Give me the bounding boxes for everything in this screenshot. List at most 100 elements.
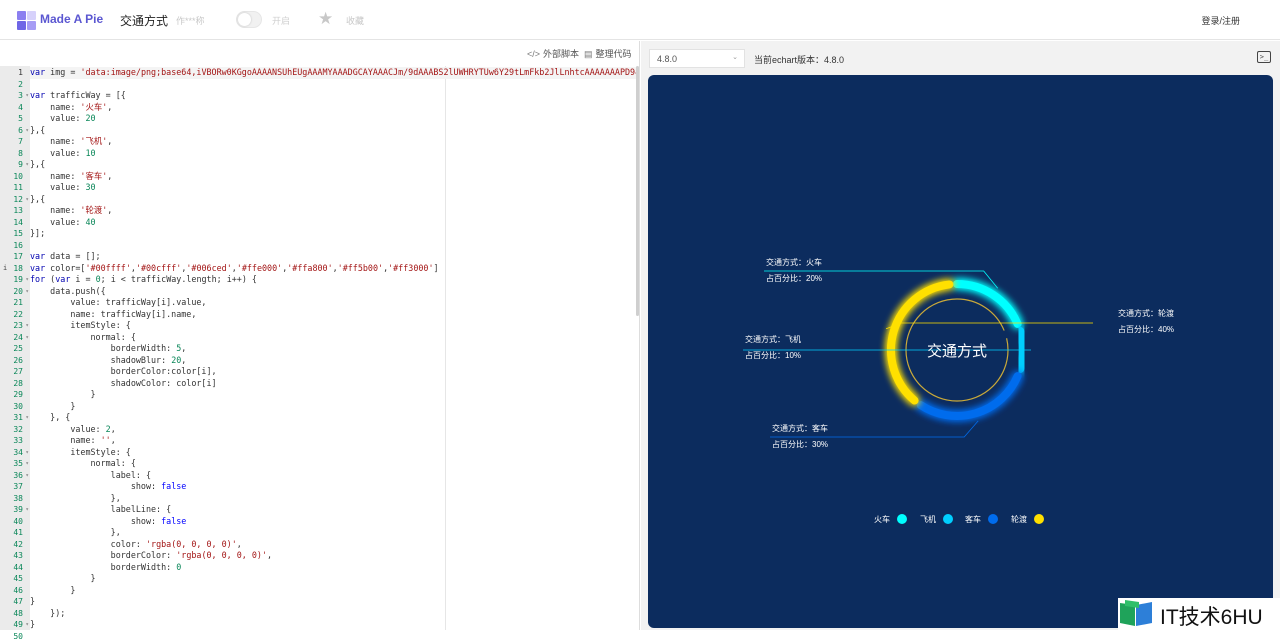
watermark-logo-icon — [1119, 599, 1153, 627]
code-line: name: '客车', — [30, 171, 638, 183]
code-line: for (var i = 0; i < trafficWay.length; i… — [30, 274, 638, 286]
fold-toggle-icon[interactable]: ▾ — [25, 458, 29, 470]
code-line: } — [30, 619, 638, 630]
logo-icon[interactable] — [16, 9, 38, 31]
fold-toggle-icon[interactable]: ▾ — [25, 320, 29, 332]
slice-label-name: 交通方式：火车 — [766, 257, 822, 267]
version-select[interactable]: 4.8.0 ⌄ — [649, 49, 745, 68]
fold-toggle-icon[interactable]: ▾ — [25, 332, 29, 344]
fold-toggle-icon[interactable]: ▾ — [25, 447, 29, 459]
legend-label[interactable]: 客车 — [965, 514, 981, 524]
favorite-label[interactable]: 收藏 — [346, 14, 364, 27]
line-number: 3▾ — [0, 90, 30, 102]
code-line: label: { — [30, 470, 638, 482]
logo-text[interactable]: Made A Pie — [40, 12, 103, 26]
fold-toggle-icon[interactable]: ▾ — [25, 194, 29, 206]
editor-scrollbar[interactable] — [636, 66, 639, 316]
fold-toggle-icon[interactable]: ▾ — [25, 90, 29, 102]
legend-label[interactable]: 飞机 — [920, 514, 936, 524]
code-line — [30, 240, 638, 252]
line-number: 11 — [0, 182, 30, 194]
code-line: },{ — [30, 159, 638, 171]
line-number: 20▾ — [0, 286, 30, 298]
line-number: 2 — [0, 79, 30, 91]
line-number: 5 — [0, 113, 30, 125]
external-script-button[interactable]: </>外部脚本 — [527, 47, 579, 60]
slice-label-name: 交通方式：飞机 — [745, 334, 801, 344]
line-number-gutter: 123▾456▾789▾101112▾131415161718i19▾20▾21… — [0, 66, 30, 630]
author-name: 作***称 — [176, 14, 205, 27]
code-area[interactable]: var img = 'data:image/png;base64,iVBORw0… — [30, 66, 638, 630]
code-line: },{ — [30, 125, 638, 137]
fold-toggle-icon[interactable]: ▾ — [25, 286, 29, 298]
fold-toggle-icon[interactable]: ▾ — [25, 159, 29, 171]
line-number: 22 — [0, 309, 30, 321]
code-line: value: 10 — [30, 148, 638, 160]
slice-label-name: 交通方式：客车 — [772, 423, 828, 433]
line-number: 1 — [0, 67, 30, 79]
code-line: data.push({ — [30, 286, 638, 298]
code-line: },{ — [30, 194, 638, 206]
code-line: }, { — [30, 412, 638, 424]
line-number: 49▾ — [0, 619, 30, 631]
code-line: color: 'rgba(0, 0, 0, 0)', — [30, 539, 638, 551]
code-line: itemStyle: { — [30, 320, 638, 332]
legend-marker[interactable] — [897, 514, 907, 524]
code-line: name: '火车', — [30, 102, 638, 114]
fold-toggle-icon[interactable]: ▾ — [25, 412, 29, 424]
code-line: } — [30, 596, 638, 608]
watermark-text: IT技术6HU — [1160, 601, 1263, 631]
terminal-icon[interactable]: >_ — [1257, 51, 1271, 63]
line-number: 27 — [0, 366, 30, 378]
line-number: 24▾ — [0, 332, 30, 344]
legend-label[interactable]: 轮渡 — [1011, 514, 1027, 524]
code-line: var color=['#00ffff','#00cfff','#006ced'… — [30, 263, 638, 275]
code-line: shadowBlur: 20, — [30, 355, 638, 367]
code-line: shadowColor: color[i] — [30, 378, 638, 390]
legend-marker[interactable] — [988, 514, 998, 524]
code-line: borderColor:color[i], — [30, 366, 638, 378]
fold-toggle-icon[interactable]: ▾ — [25, 619, 29, 631]
line-number: 6▾ — [0, 125, 30, 137]
slice-label-name: 交通方式：轮渡 — [1118, 308, 1174, 318]
code-line: var data = []; — [30, 251, 638, 263]
fold-toggle-icon[interactable]: ▾ — [25, 274, 29, 286]
line-number: 38 — [0, 493, 30, 505]
fold-toggle-icon[interactable]: ▾ — [25, 125, 29, 137]
editor-toolbar: </>外部脚本 ▤整理代码 — [0, 41, 640, 65]
code-line: normal: { — [30, 332, 638, 344]
toggle-label: 开启 — [272, 14, 290, 27]
code-line: borderColor: 'rgba(0, 0, 0, 0)', — [30, 550, 638, 562]
code-line: }, — [30, 493, 638, 505]
format-code-button[interactable]: ▤整理代码 — [584, 47, 632, 60]
format-code-label: 整理代码 — [596, 49, 632, 59]
line-number: 16 — [0, 240, 30, 252]
slice-label-percent: 占百分比：30% — [772, 439, 828, 449]
code-editor-panel: </>外部脚本 ▤整理代码 123▾456▾789▾101112▾1314151… — [0, 41, 640, 630]
line-number: 35▾ — [0, 458, 30, 470]
line-number: 33 — [0, 435, 30, 447]
open-toggle[interactable] — [236, 11, 262, 28]
login-link[interactable]: 登录/注册 — [1201, 14, 1240, 27]
star-icon[interactable]: ★ — [318, 9, 333, 29]
code-line: var img = 'data:image/png;base64,iVBORw0… — [30, 67, 638, 79]
line-number: 12▾ — [0, 194, 30, 206]
line-number: 48 — [0, 608, 30, 620]
legend-label[interactable]: 火车 — [874, 514, 890, 524]
code-line: value: 30 — [30, 182, 638, 194]
format-icon: ▤ — [584, 49, 593, 59]
chart-title: 交通方式 — [927, 342, 987, 360]
line-number: 32 — [0, 424, 30, 436]
pie-slice-1[interactable] — [957, 284, 1018, 324]
line-number: 26 — [0, 355, 30, 367]
legend-marker[interactable] — [943, 514, 953, 524]
legend-marker[interactable] — [1034, 514, 1044, 524]
leader-line — [886, 323, 1093, 329]
line-number: 9▾ — [0, 159, 30, 171]
fold-toggle-icon[interactable]: ▾ — [25, 470, 29, 482]
code-line: } — [30, 585, 638, 597]
code-line: itemStyle: { — [30, 447, 638, 459]
code-line: name: '', — [30, 435, 638, 447]
code-line: normal: { — [30, 458, 638, 470]
fold-toggle-icon[interactable]: ▾ — [25, 504, 29, 516]
